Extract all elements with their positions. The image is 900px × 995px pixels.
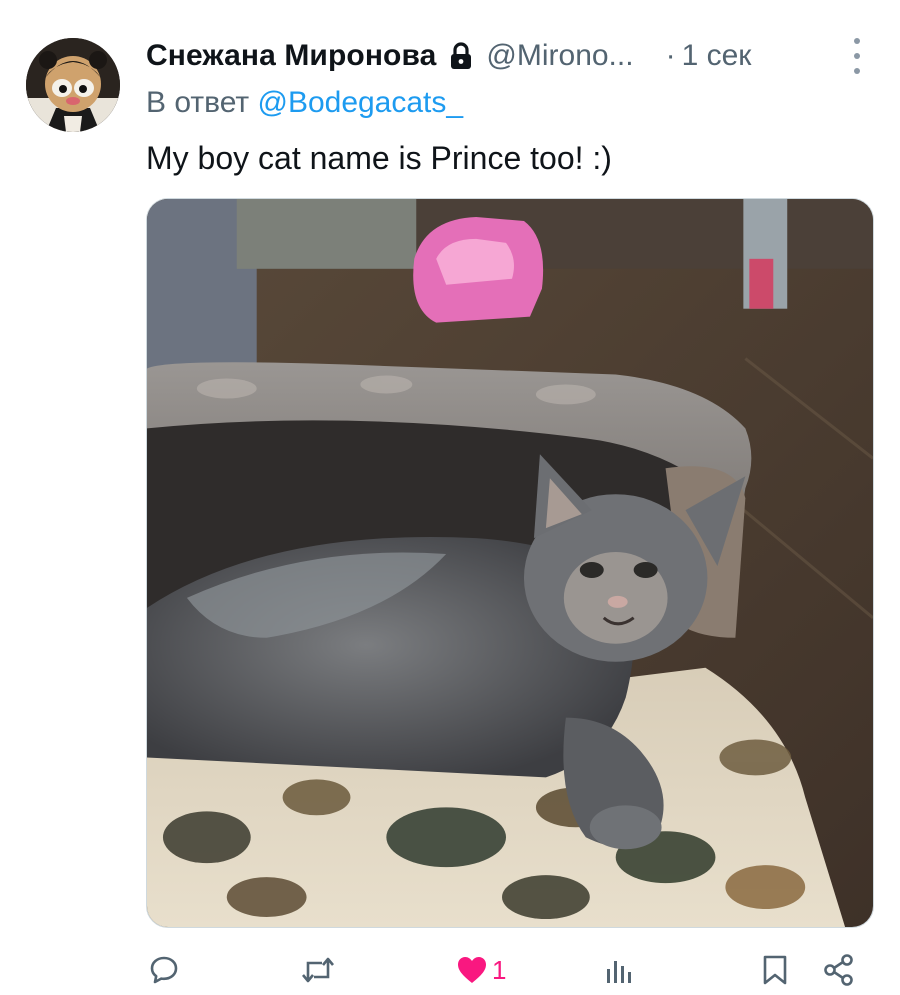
- like-button[interactable]: 1: [456, 945, 506, 995]
- separator-dot: ·: [665, 39, 676, 72]
- display-name[interactable]: Снежана Миронова: [146, 39, 436, 73]
- vertical-dots-icon[interactable]: [848, 38, 866, 74]
- cat-photo: [147, 199, 873, 927]
- tweet-header: Снежана Миронова @Mirono... · 1 сек: [146, 34, 876, 78]
- retweet-icon: [302, 957, 334, 983]
- avatar[interactable]: [26, 38, 120, 132]
- bookmark-button[interactable]: [762, 945, 788, 995]
- timestamp[interactable]: 1 сек: [682, 39, 752, 73]
- bookmark-icon: [763, 955, 787, 985]
- tweet-media[interactable]: [146, 198, 874, 928]
- lock-icon: [448, 42, 474, 70]
- share-button[interactable]: [822, 945, 856, 995]
- reply-prefix: В ответ: [146, 86, 250, 119]
- comment-icon: [150, 956, 178, 984]
- like-count: 1: [492, 954, 507, 985]
- retweet-button[interactable]: [300, 945, 336, 995]
- tweet-text: My boy cat name is Prince too! :): [146, 140, 612, 176]
- avatar-image: [26, 38, 120, 132]
- heart-filled-icon: [458, 957, 486, 983]
- tweet[interactable]: Снежана Миронова @Mirono... · 1 сек В от…: [0, 0, 900, 995]
- views-button[interactable]: [604, 945, 634, 995]
- share-icon: [824, 954, 853, 986]
- reply-button[interactable]: [148, 945, 180, 995]
- reply-context: В ответ @Bodegacats_: [146, 86, 463, 126]
- bar-chart-icon: [607, 961, 631, 983]
- action-bar: 1: [0, 945, 900, 995]
- user-handle[interactable]: @Mirono...: [486, 39, 633, 73]
- reply-mention-link[interactable]: @Bodegacats_: [257, 86, 463, 119]
